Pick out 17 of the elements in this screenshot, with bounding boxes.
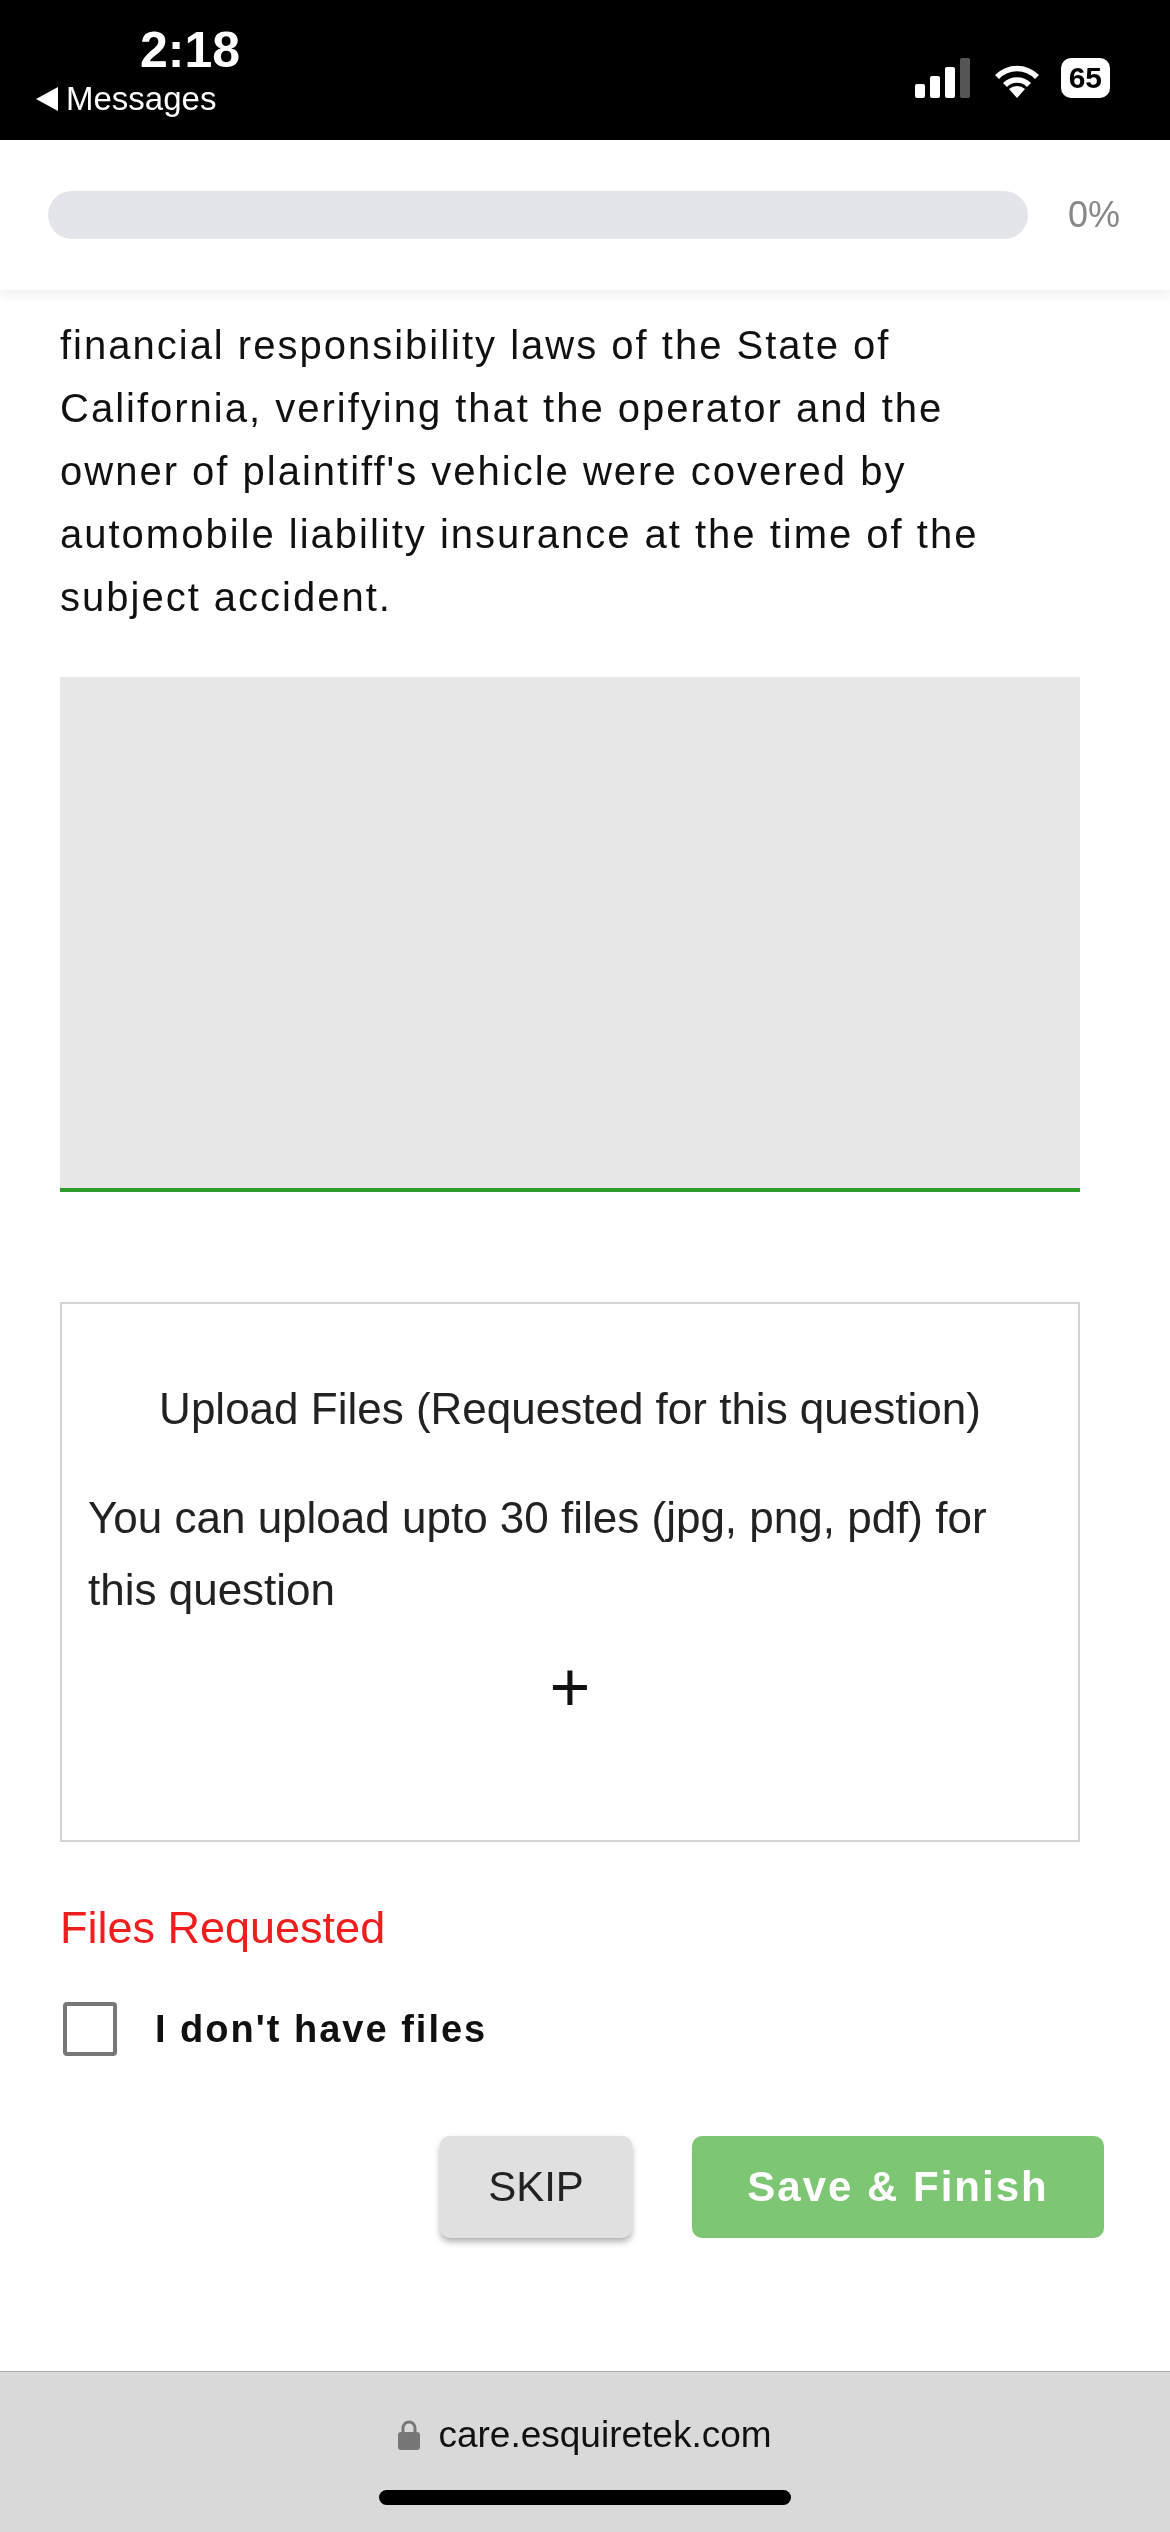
signal-icon <box>914 58 973 98</box>
skip-button[interactable]: SKIP <box>440 2136 632 2238</box>
url-text[interactable]: care.esquiretek.com <box>438 2414 772 2456</box>
add-file-button[interactable]: + <box>539 1652 601 1722</box>
back-triangle-icon[interactable] <box>36 87 58 111</box>
error-message: Files Requested <box>60 1902 387 1954</box>
clock-time: 2:18 <box>140 22 241 78</box>
back-link[interactable]: Messages <box>66 80 217 118</box>
upload-hint: You can upload upto 30 files (jpg, png, pdf) for this question <box>88 1492 988 1616</box>
upload-title: Upload Files (Requested for this question) <box>158 1384 982 1434</box>
progress-percent: 0% <box>1067 194 1120 236</box>
battery-level: 65 <box>1060 58 1110 98</box>
answer-field[interactable] <box>60 677 1080 1192</box>
checkbox[interactable] <box>63 2002 117 2056</box>
question-text: financial responsibility laws of the State of California, verifying that the operator and the owner of plaintiff's vehicle were covered by automobile liability insurance at the time of the subject accident. <box>60 322 980 621</box>
checkbox-label[interactable]: I don't have files <box>155 2007 488 2051</box>
lock-icon <box>398 2420 421 2450</box>
